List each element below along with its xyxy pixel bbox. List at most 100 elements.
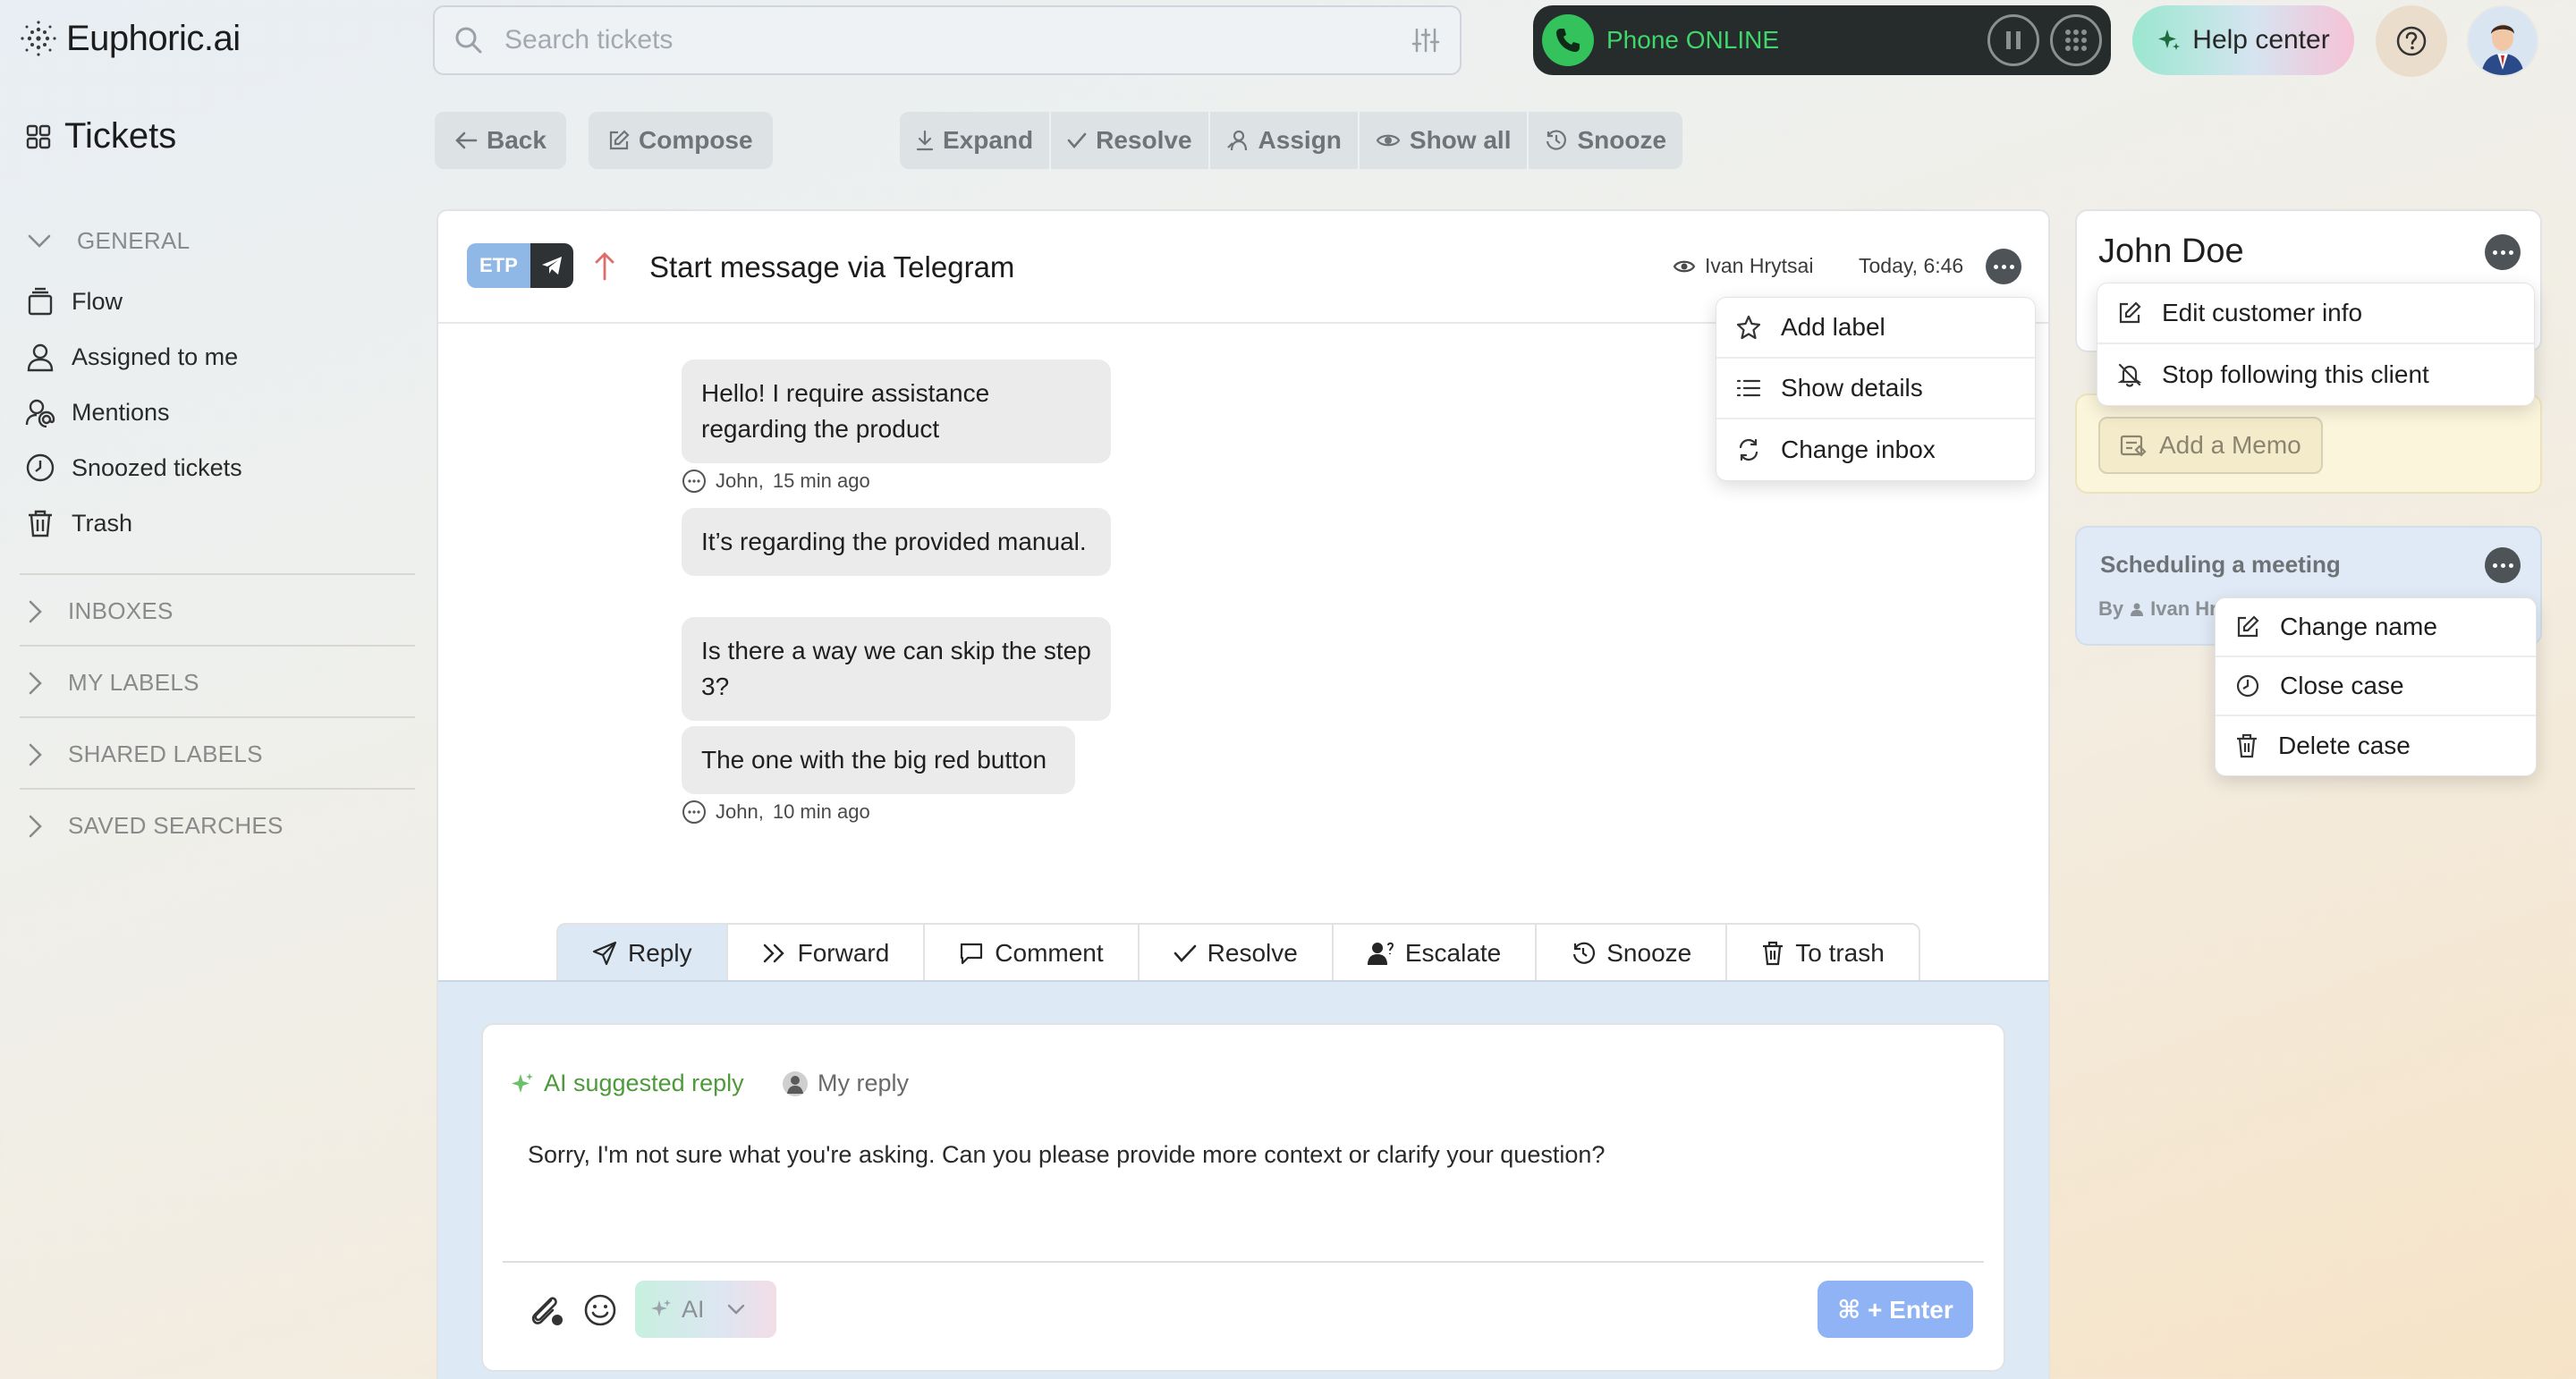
dialpad-button[interactable] [2050, 14, 2102, 66]
sparkle-icon [2158, 30, 2181, 50]
add-memo-button[interactable]: Add a Memo [2098, 417, 2323, 474]
tab-label: Forward [797, 939, 890, 967]
ai-button-label: AI [682, 1295, 705, 1323]
search-bar[interactable] [433, 5, 1462, 75]
sidebar-title-label: Tickets [64, 116, 177, 156]
send-button[interactable]: ⌘ + Enter [1818, 1281, 1973, 1338]
tab-resolve[interactable]: Resolve [1139, 923, 1334, 982]
menu-item-label: Add label [1781, 313, 1885, 341]
dot [1993, 264, 1998, 269]
menu-item-label: Show details [1781, 374, 1923, 402]
phone-status-widget[interactable]: Phone ONLINE [1533, 5, 2111, 75]
my-reply-tab[interactable]: My reply [782, 1070, 909, 1097]
sidebar-item-label: Mentions [72, 398, 170, 426]
tab-comment[interactable]: Comment [925, 923, 1140, 982]
telegram-badge [530, 243, 573, 288]
tab-escalate[interactable]: Escalate [1333, 923, 1538, 982]
dot [2500, 563, 2505, 568]
comment-icon [961, 943, 983, 965]
sidebar-item-assigned[interactable]: Assigned to me [25, 342, 238, 372]
tab-reply[interactable]: Reply [556, 923, 728, 982]
show-all-button[interactable]: Show all [1360, 112, 1530, 169]
sidebar-item-mentions[interactable]: Mentions [25, 397, 170, 427]
tab-to-trash[interactable]: To trash [1727, 923, 1920, 982]
user-avatar[interactable] [2467, 5, 2538, 77]
tab-label: To trash [1795, 939, 1885, 967]
dot [2009, 264, 2014, 269]
reply-action-tabs: Reply Forward Comment Resolve Escalate S… [556, 923, 1920, 982]
dot [2500, 250, 2505, 255]
section-inboxes[interactable]: INBOXES [27, 597, 174, 625]
menu-change-inbox[interactable]: Change inbox [1716, 419, 2035, 480]
assign-button[interactable]: Assign [1210, 112, 1360, 169]
app-logo[interactable]: Euphoric.ai [20, 16, 241, 61]
phone-call-button[interactable] [1542, 14, 1594, 66]
case-by-name: Ivan Hr [2150, 597, 2217, 620]
search-input[interactable] [504, 25, 1411, 55]
menu-close-case[interactable]: Close case [2216, 657, 2536, 716]
chevron-down-icon [727, 1304, 744, 1315]
menu-stop-following[interactable]: Stop following this client [2097, 344, 2534, 405]
customer-more-button[interactable] [2485, 234, 2521, 270]
search-icon [455, 27, 482, 54]
emoji-icon[interactable] [583, 1293, 617, 1327]
sidebar-item-flow[interactable]: Flow [25, 286, 123, 317]
menu-change-name[interactable]: Change name [2216, 598, 2536, 657]
message-bubble: Hello! I require assistance regarding th… [682, 360, 1111, 463]
back-button[interactable]: Back [435, 112, 566, 169]
edit-icon [2237, 615, 2259, 638]
menu-edit-customer[interactable]: Edit customer info [2097, 283, 2534, 344]
help-question-button[interactable] [2376, 5, 2447, 77]
pause-button[interactable] [1987, 14, 2039, 66]
assign-label: Assign [1258, 126, 1342, 154]
section-my-labels[interactable]: MY LABELS [27, 669, 199, 697]
menu-delete-case[interactable]: Delete case [2216, 716, 2536, 775]
trash-icon [1763, 941, 1784, 966]
sidebar-item-snoozed[interactable]: Snoozed tickets [25, 453, 242, 483]
compose-button[interactable]: Compose [589, 112, 773, 169]
dot [2492, 250, 2497, 255]
eye-icon [1673, 260, 1696, 272]
chevron-right-icon [29, 743, 42, 766]
customer-options-menu: Edit customer info Stop following this c… [2097, 283, 2535, 406]
ticket-action-group: Expand Resolve Assign Show all Snooze [900, 112, 1683, 169]
menu-add-label[interactable]: Add label [1716, 298, 2035, 359]
message-meta: John, 10 min ago [682, 799, 870, 825]
my-tab-label: My reply [818, 1070, 910, 1096]
attachment-icon[interactable] [526, 1293, 565, 1327]
tab-label: Comment [995, 939, 1104, 967]
ai-assist-button[interactable]: AI [635, 1281, 776, 1338]
resolve-button[interactable]: Resolve [1051, 112, 1210, 169]
phone-icon [1556, 29, 1580, 52]
sidebar-item-label: Flow [72, 287, 123, 315]
sidebar-item-trash[interactable]: Trash [25, 508, 132, 538]
message-bubble: The one with the big red button [682, 726, 1075, 794]
tab-forward[interactable]: Forward [727, 923, 926, 982]
edit-icon [2119, 301, 2141, 324]
menu-item-label: Stop following this client [2162, 360, 2429, 388]
sparkle-icon [512, 1072, 533, 1093]
section-general[interactable]: GENERAL [27, 227, 190, 255]
question-circle-icon [2396, 26, 2427, 56]
help-center-button[interactable]: Help center [2132, 5, 2354, 75]
dialpad-icon [2065, 30, 2087, 51]
bell-off-icon [2117, 363, 2142, 387]
case-more-button[interactable] [2485, 547, 2521, 583]
expand-button[interactable]: Expand [900, 112, 1052, 169]
case-title: Scheduling a meeting [2100, 551, 2341, 578]
message-author: John, [716, 800, 764, 823]
reply-textarea[interactable]: Sorry, I'm not sure what you're asking. … [528, 1141, 1605, 1169]
ai-suggested-reply-tab[interactable]: AI suggested reply [510, 1070, 744, 1097]
section-saved-searches[interactable]: SAVED SEARCHES [27, 812, 284, 840]
dot [2492, 563, 2497, 568]
filter-sliders-icon[interactable] [1411, 26, 1440, 55]
ticket-more-button[interactable] [1986, 249, 2021, 284]
case-by-prefix: By [2098, 597, 2124, 620]
menu-show-details[interactable]: Show details [1716, 359, 2035, 419]
star-icon [1736, 315, 1761, 340]
dot [2508, 250, 2513, 255]
section-shared-labels[interactable]: SHARED LABELS [27, 740, 263, 768]
tab-snooze[interactable]: Snooze [1537, 923, 1728, 982]
expand-label: Expand [943, 126, 1034, 154]
snooze-button[interactable]: Snooze [1529, 112, 1682, 169]
